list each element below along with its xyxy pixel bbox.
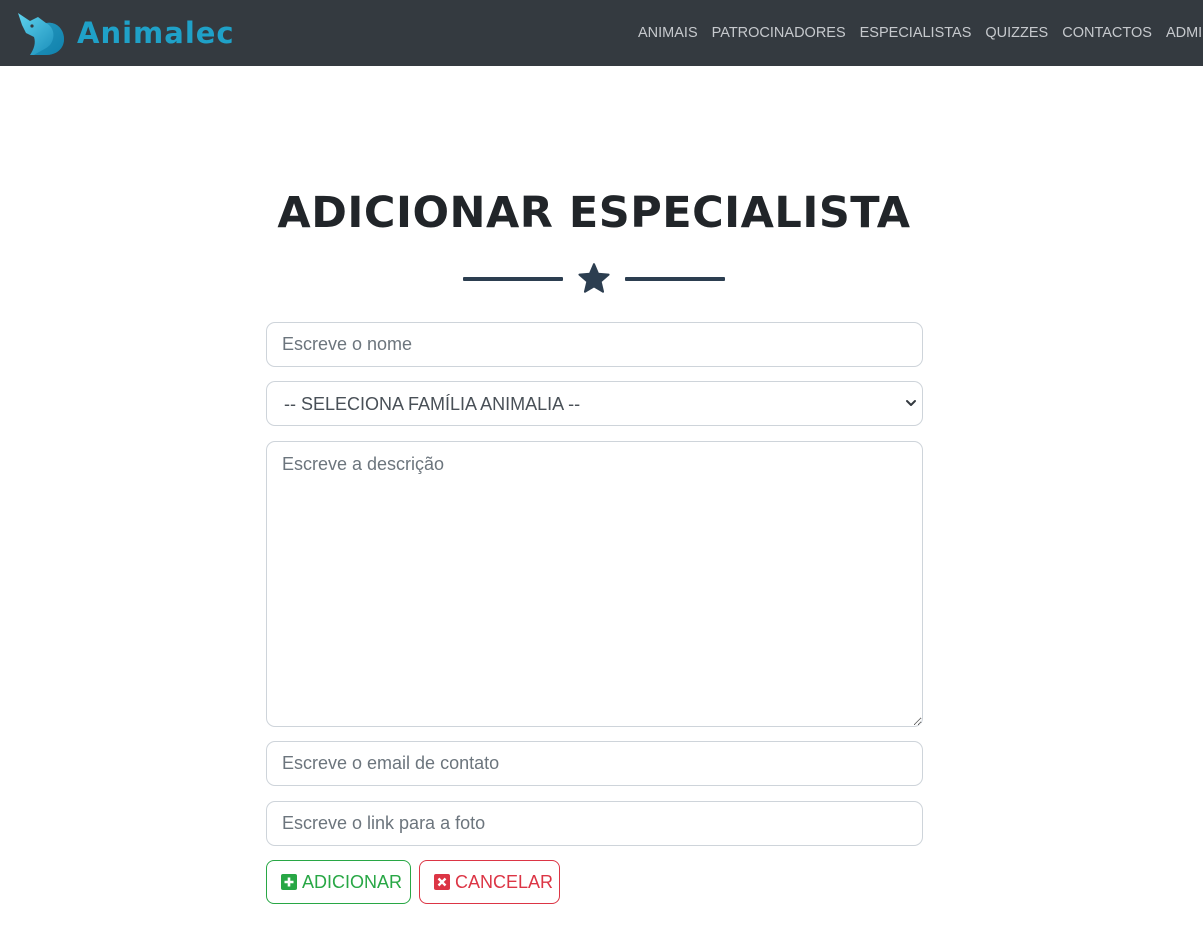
brand-link[interactable]: Animalec: [16, 9, 235, 57]
star-icon: [578, 263, 610, 293]
nav-link-patrocinadores[interactable]: PATROCINADORES: [705, 25, 853, 41]
add-button[interactable]: ADICIONAR: [266, 860, 411, 904]
divider-line-left: [463, 277, 563, 281]
page-title: ADICIONAR ESPECIALISTA: [277, 188, 911, 238]
family-select-wrapper: -- SELECIONA FAMÍLIA ANIMALIA --: [266, 381, 923, 426]
close-square-icon: [434, 874, 450, 890]
cancel-button-label: CANCELAR: [455, 871, 554, 892]
nav-link-animais[interactable]: ANIMAIS: [631, 25, 705, 41]
brand-name: Animalec: [77, 16, 235, 50]
photo-link-input[interactable]: [266, 801, 923, 846]
name-input[interactable]: [266, 322, 923, 367]
nav-menu: ANIMAIS PATROCINADORES ESPECIALISTAS QUI…: [631, 0, 1203, 66]
nav-link-quizzes[interactable]: QUIZZES: [978, 25, 1055, 41]
add-button-label: ADICIONAR: [302, 871, 403, 892]
cancel-button[interactable]: CANCELAR: [419, 860, 560, 904]
navbar: Animalec ANIMAIS PATROCINADORES ESPECIAL…: [0, 0, 1203, 66]
description-textarea[interactable]: [266, 441, 923, 727]
nav-link-admin[interactable]: ADMIN: [1159, 25, 1203, 41]
plus-square-icon: [281, 874, 297, 890]
divider-line-right: [625, 277, 725, 281]
email-input[interactable]: [266, 741, 923, 786]
family-select[interactable]: -- SELECIONA FAMÍLIA ANIMALIA --: [266, 381, 923, 426]
nav-link-contactos[interactable]: CONTACTOS: [1055, 25, 1159, 41]
fox-logo-icon: [18, 13, 64, 56]
nav-link-especialistas[interactable]: ESPECIALISTAS: [853, 25, 979, 41]
title-divider: [463, 262, 725, 296]
